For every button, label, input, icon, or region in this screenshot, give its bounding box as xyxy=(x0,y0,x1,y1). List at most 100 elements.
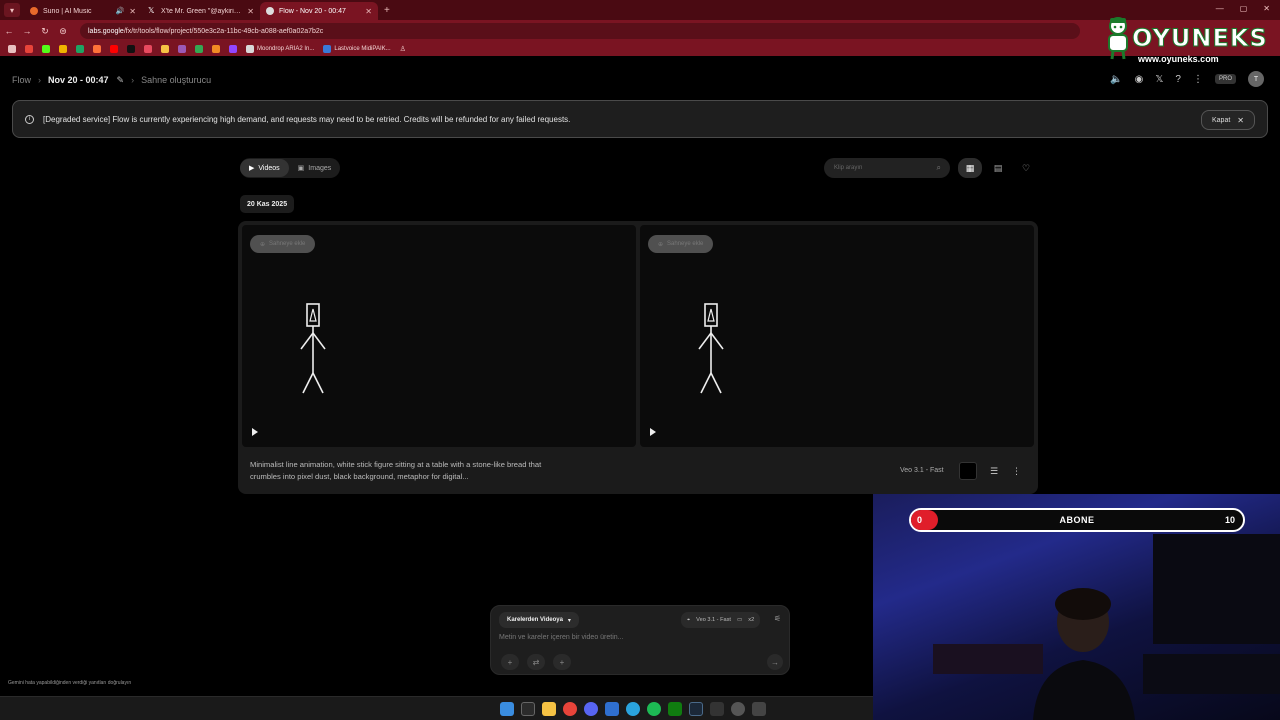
prompt-input[interactable]: Metin ve kareler içeren bir video üretin… xyxy=(499,634,624,641)
mode-dropdown[interactable]: Karelerden Videoya ▾ xyxy=(499,612,579,628)
xbox-icon[interactable] xyxy=(668,702,682,716)
prompt-text[interactable]: Minimalist line animation, white stick f… xyxy=(250,459,550,483)
bookmark-twitch-icon[interactable] xyxy=(229,45,237,53)
bookmark-person-icon[interactable]: ♙ xyxy=(400,45,406,53)
browser-tab-x[interactable]: 𝕏 X'te Mr. Green "@aykiricomtr: ... ✕ xyxy=(142,2,260,20)
add-last-frame-button[interactable]: + xyxy=(553,654,571,670)
chevron-right-icon: › xyxy=(131,75,135,85)
close-tab-icon[interactable]: ✕ xyxy=(129,7,136,16)
webcam-overlay: 0 ABONE 10 xyxy=(873,494,1280,720)
avatar[interactable]: T xyxy=(1248,71,1264,87)
back-icon[interactable]: ← xyxy=(0,26,18,36)
more-vert-icon[interactable]: ⋮ xyxy=(1193,74,1203,85)
settings-icon[interactable] xyxy=(752,702,766,716)
grid-view-button[interactable]: ▦ xyxy=(958,158,982,178)
bookmark-lastvoice[interactable]: Lastvoice MidiPAIK... xyxy=(323,45,391,53)
spotify-icon[interactable] xyxy=(647,702,661,716)
browser-tab-flow[interactable]: Flow - Nov 20 - 00:47 ✕ xyxy=(260,2,378,20)
discord-icon[interactable]: ◉ xyxy=(1135,74,1144,85)
maximize-icon[interactable]: ▢ xyxy=(1240,4,1248,13)
output-count-icon: ▭ xyxy=(736,617,743,623)
video-camera-icon: ▶ xyxy=(249,165,255,172)
capture-icon[interactable] xyxy=(731,702,745,716)
mode-label: Karelerden Videoya xyxy=(507,617,563,623)
discord-app-icon[interactable] xyxy=(584,702,598,716)
speaker-icon[interactable]: 🔊 xyxy=(116,7,125,15)
new-tab-icon[interactable]: + xyxy=(384,5,390,16)
bookmarks-bar: Moondrop ARIA2 In... Lastvoice MidiPAIK.… xyxy=(0,42,1280,56)
close-tab-icon[interactable]: ✕ xyxy=(247,7,254,16)
bookmark-kick-icon[interactable] xyxy=(42,45,50,53)
chevron-down-icon: ▾ xyxy=(567,617,571,624)
close-icon: ✕ xyxy=(1237,115,1244,125)
minimize-icon[interactable]: — xyxy=(1216,4,1224,13)
url-field[interactable]: labs.google/fx/tr/tools/flow/project/550… xyxy=(80,23,1080,39)
add-icon: + xyxy=(559,657,565,667)
bookmark-moondrop[interactable]: Moondrop ARIA2 In... xyxy=(246,45,314,53)
video-clip[interactable]: ⊕ Sahneye ekle xyxy=(242,225,636,447)
table-view-button[interactable]: ▤ xyxy=(986,158,1010,178)
add-first-frame-button[interactable]: + xyxy=(501,654,519,670)
bookmark-shop-icon[interactable] xyxy=(212,45,220,53)
bookmark-chrome-icon[interactable] xyxy=(59,45,67,53)
more-vert-icon[interactable]: ⋮ xyxy=(1012,466,1021,477)
edit-pencil-icon[interactable]: ✎ xyxy=(117,75,125,86)
search-icon[interactable] xyxy=(521,702,535,716)
tab-search-button[interactable]: ▾ xyxy=(4,3,20,17)
chrome-icon[interactable] xyxy=(563,702,577,716)
thumbnail-swatch[interactable] xyxy=(959,462,977,480)
x-social-icon[interactable]: 𝕏 xyxy=(1155,74,1163,85)
reuse-prompt-icon[interactable]: ☰ xyxy=(990,466,998,477)
tab-images[interactable]: ▣ Images xyxy=(289,159,341,177)
browser-tab-suno[interactable]: Suno | AI Music 🔊 ✕ xyxy=(24,2,142,20)
clip-search-input[interactable]: Klip arayın ⌕ xyxy=(824,158,950,178)
date-group-label: 20 Kas 2025 xyxy=(240,195,295,213)
breadcrumb-project[interactable]: Nov 20 - 00:47 xyxy=(48,75,109,85)
reload-icon[interactable]: ↻ xyxy=(36,26,54,37)
help-icon[interactable]: ? xyxy=(1175,74,1181,85)
telegram-icon[interactable] xyxy=(626,702,640,716)
sound-icon[interactable]: 🔈 xyxy=(1110,74,1122,85)
bookmark-gmail-icon[interactable] xyxy=(25,45,33,53)
add-icon: ⊕ xyxy=(658,241,664,248)
favorites-button[interactable]: ♡ xyxy=(1014,158,1038,178)
photos-icon[interactable] xyxy=(605,702,619,716)
settings-sliders-icon[interactable]: ⚟ xyxy=(774,614,781,623)
banner-message: [Degraded service] Flow is currently exp… xyxy=(43,114,571,124)
bookmark-maps-icon[interactable] xyxy=(195,45,203,53)
epic-icon[interactable] xyxy=(710,702,724,716)
model-selector[interactable]: ⌖ Veo 3.1 - Fast ▭ x2 xyxy=(681,612,761,628)
add-to-scene-button[interactable]: ⊕ Sahneye ekle xyxy=(250,235,316,253)
header-actions: 🔈 ◉ 𝕏 ? ⋮ PRO T xyxy=(1110,71,1264,87)
breadcrumb-scene-builder[interactable]: Sahne oluşturucu xyxy=(141,75,211,85)
bookmark-x-icon[interactable] xyxy=(127,45,135,53)
bookmark-folder-icon[interactable] xyxy=(161,45,169,53)
bookmark-drive-icon[interactable] xyxy=(76,45,84,53)
bookmark-youtube-icon[interactable] xyxy=(110,45,118,53)
file-explorer-icon[interactable] xyxy=(542,702,556,716)
close-window-icon[interactable]: ✕ xyxy=(1263,4,1270,13)
bookmark-moondrop-icon xyxy=(246,45,254,53)
site-info-icon[interactable]: ⊜ xyxy=(54,26,72,37)
apps-icon[interactable] xyxy=(8,45,16,53)
video-clip[interactable]: ⊕ Sahneye ekle xyxy=(640,225,1034,447)
mascot-icon xyxy=(1108,17,1128,60)
play-icon[interactable] xyxy=(252,428,258,436)
bookmark-lastvoice-icon xyxy=(323,45,332,53)
close-tab-icon[interactable]: ✕ xyxy=(365,7,372,16)
swap-frames-button[interactable]: ⇄ xyxy=(527,654,545,670)
image-icon: ▣ xyxy=(297,165,305,172)
forward-icon[interactable]: → xyxy=(18,26,36,36)
windows-start-icon[interactable] xyxy=(500,702,514,716)
add-to-scene-button[interactable]: ⊕ Sahneye ekle xyxy=(648,235,714,253)
send-button[interactable]: → xyxy=(767,654,783,670)
bookmark-notes-icon[interactable] xyxy=(178,45,186,53)
steam-icon[interactable] xyxy=(689,702,703,716)
play-icon[interactable] xyxy=(650,428,656,436)
breadcrumb-flow[interactable]: Flow xyxy=(12,75,31,85)
tab-title: X'te Mr. Green "@aykiricomtr: ... xyxy=(161,7,242,15)
tab-videos[interactable]: ▶ Videos xyxy=(240,159,289,177)
bookmark-firefox-icon[interactable] xyxy=(93,45,101,53)
banner-close-button[interactable]: Kapat ✕ xyxy=(1201,110,1255,130)
bookmark-site-icon[interactable] xyxy=(144,45,152,53)
